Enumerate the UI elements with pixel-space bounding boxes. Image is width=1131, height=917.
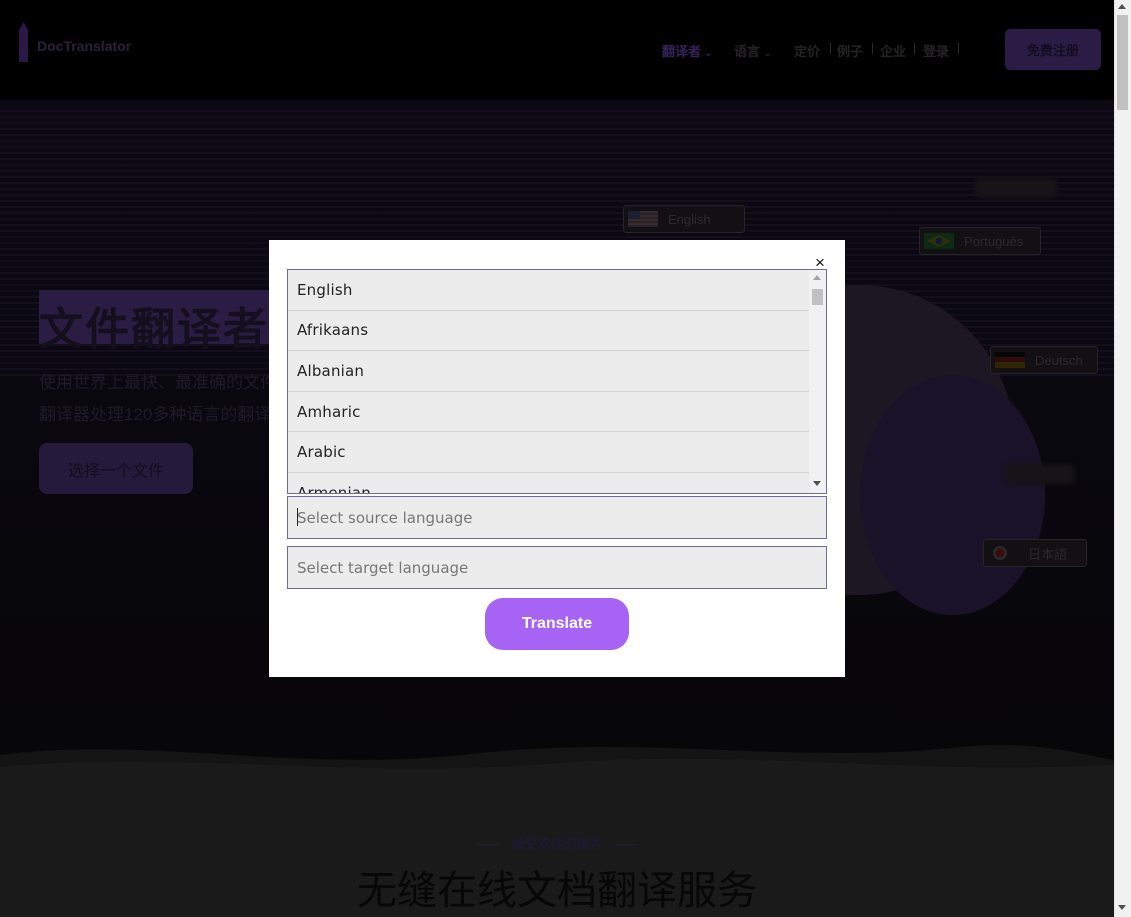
chevron-down-icon: ⌄ [704, 48, 713, 58]
language-option[interactable]: Armenian [288, 473, 809, 493]
blurred-language-pill [975, 178, 1057, 198]
nav-translator[interactable]: 翻译者 ⌄ [662, 41, 712, 60]
japan-flag-icon [993, 546, 1007, 560]
top-navbar: DocTranslator 翻译者 ⌄ 语言 ⌄ 定价 例子 企业 登录 免费注… [0, 0, 1114, 100]
germany-flag-icon [995, 352, 1025, 368]
translate-modal: × English Afrikaans Albanian Amharic Ara… [269, 240, 845, 677]
language-option[interactable]: Afrikaans [288, 311, 809, 352]
page-scrollbar[interactable] [1114, 0, 1131, 917]
nav-pricing[interactable]: 定价 [794, 41, 820, 60]
decorative-line [614, 844, 637, 846]
language-option[interactable]: Albanian [288, 351, 809, 392]
brazil-flag-icon [924, 233, 954, 249]
hero-accent-circle [860, 375, 1045, 615]
translate-button[interactable]: Translate [485, 598, 629, 650]
nav-divider [958, 43, 959, 54]
scroll-up-arrow-icon[interactable] [813, 275, 821, 280]
language-listbox[interactable]: English Afrikaans Albanian Amharic Arabi… [287, 269, 827, 494]
language-pill-label: English [668, 211, 711, 227]
nav-enterprise[interactable]: 企业 [880, 41, 906, 60]
nav-divider [914, 43, 915, 54]
nav-divider [872, 43, 873, 54]
text-cursor [297, 508, 298, 526]
source-language-input[interactable] [287, 496, 827, 539]
hero-title: 文件翻译者 [39, 305, 269, 354]
language-pill-german: Deutsch [990, 346, 1098, 374]
services-title: 无缝在线文档翻译服务 [357, 869, 757, 913]
nav-languages[interactable]: 语言 ⌄ [734, 41, 771, 60]
signup-button[interactable]: 免费注册 [1005, 29, 1101, 70]
nav-divider [830, 43, 831, 54]
scroll-up-arrow-icon[interactable] [1118, 4, 1126, 9]
choose-file-button[interactable]: 选择一个文件 [39, 443, 193, 494]
services-label: 最受欢迎的服务 [0, 833, 1114, 852]
hero-subtitle: 使用世界上最快、最准确的文件翻译器处理120多种语言的翻译 [39, 373, 277, 424]
language-option[interactable]: English [288, 270, 809, 311]
language-option[interactable]: Amharic [288, 392, 809, 433]
blurred-language-pill [1005, 464, 1075, 484]
chevron-down-icon: ⌄ [763, 48, 772, 58]
us-flag-icon [628, 211, 658, 227]
page-scroll-thumb[interactable] [1117, 15, 1128, 110]
language-pill-label: 日本語 [1028, 546, 1068, 562]
language-pill-portuguese: Português [919, 227, 1041, 255]
scroll-down-arrow-icon[interactable] [813, 481, 821, 486]
language-pill-japanese: 日本語 [983, 539, 1087, 567]
logo-icon [19, 22, 28, 62]
target-language-input[interactable] [287, 546, 827, 589]
language-pill-english: English [623, 205, 745, 233]
language-option[interactable]: Arabic [288, 432, 809, 473]
nav-examples[interactable]: 例子 [837, 41, 863, 60]
scroll-down-arrow-icon[interactable] [1118, 905, 1126, 910]
language-pill-label: Português [964, 233, 1024, 249]
language-pill-label: Deutsch [1035, 352, 1083, 368]
logo-text[interactable]: DocTranslator [37, 38, 131, 54]
nav-login[interactable]: 登录 [923, 41, 949, 60]
listbox-scroll-thumb[interactable] [812, 289, 823, 305]
decorative-line [477, 844, 500, 846]
